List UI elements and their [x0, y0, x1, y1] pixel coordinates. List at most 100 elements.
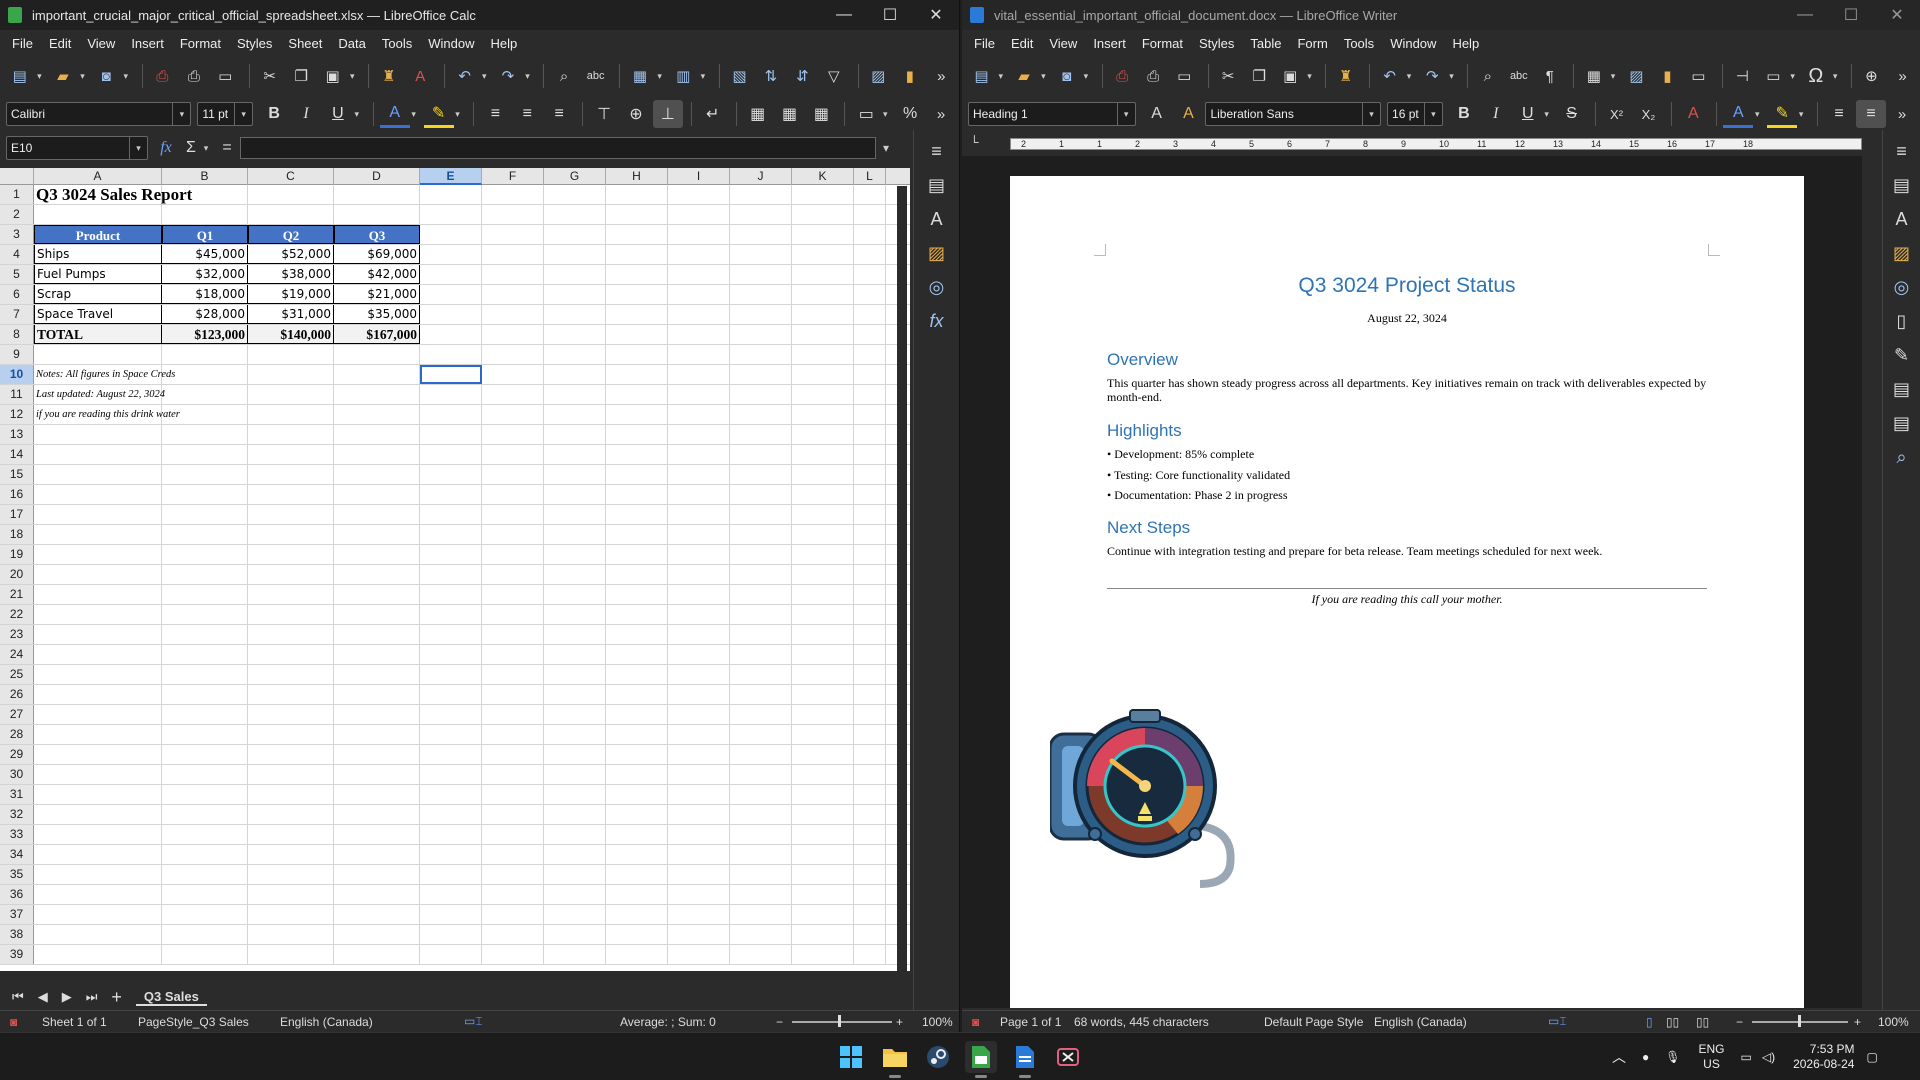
- cell[interactable]: [606, 185, 668, 204]
- cell[interactable]: [420, 925, 482, 944]
- cell[interactable]: [730, 865, 792, 884]
- cell[interactable]: [668, 905, 730, 924]
- data-cell[interactable]: $32,000: [162, 265, 248, 284]
- cell[interactable]: [482, 525, 544, 544]
- cell[interactable]: [544, 245, 606, 264]
- cell[interactable]: [420, 585, 482, 604]
- cell[interactable]: [34, 865, 162, 884]
- font-size-combo[interactable]: 11 pt ▾: [197, 102, 254, 126]
- cell[interactable]: [420, 325, 482, 344]
- cell[interactable]: [334, 385, 420, 404]
- cell[interactable]: [668, 865, 730, 884]
- cell[interactable]: [34, 605, 162, 624]
- cell[interactable]: [420, 605, 482, 624]
- libreoffice-writer-taskbar-icon[interactable]: [1009, 1041, 1041, 1073]
- horizontal-ruler[interactable]: └ 2 1 1 2 3 4 5 6 7 8 9 10 11 12 13 14 15 16 17 18: [962, 132, 1862, 154]
- page-break-icon[interactable]: ⊣: [1729, 62, 1756, 90]
- cell[interactable]: [606, 505, 668, 524]
- merge-center-icon[interactable]: ▦: [743, 100, 773, 128]
- cell[interactable]: [730, 385, 792, 404]
- cell[interactable]: [730, 525, 792, 544]
- zoom-slider[interactable]: [792, 1021, 892, 1023]
- cell[interactable]: [482, 665, 544, 684]
- cell[interactable]: [854, 725, 886, 744]
- cell[interactable]: [792, 745, 854, 764]
- cell[interactable]: [730, 925, 792, 944]
- navigator-icon[interactable]: ◎: [1887, 272, 1917, 302]
- cell[interactable]: [668, 945, 730, 964]
- paste-dropdown-icon[interactable]: ▾: [1304, 62, 1316, 90]
- column-dropdown-icon[interactable]: ▾: [697, 62, 709, 90]
- cell[interactable]: [606, 325, 668, 344]
- cell[interactable]: [668, 745, 730, 764]
- undo-dropdown-icon[interactable]: ▾: [1403, 62, 1415, 90]
- cell[interactable]: [420, 745, 482, 764]
- autofilter-icon[interactable]: ▽: [820, 62, 847, 90]
- cell[interactable]: [34, 745, 162, 764]
- cell[interactable]: [162, 665, 248, 684]
- column-icon[interactable]: ▥: [670, 62, 697, 90]
- row-header[interactable]: 6: [0, 285, 34, 304]
- menu-table[interactable]: Table: [1242, 36, 1289, 51]
- row-dropdown-icon[interactable]: ▾: [654, 62, 666, 90]
- cell[interactable]: [420, 205, 482, 224]
- cell[interactable]: [482, 645, 544, 664]
- cell[interactable]: [792, 425, 854, 444]
- cell[interactable]: [482, 545, 544, 564]
- data-cell[interactable]: Fuel Pumps: [34, 265, 162, 284]
- menu-window[interactable]: Window: [420, 36, 482, 51]
- cell[interactable]: [544, 645, 606, 664]
- paragraph-style-combo[interactable]: Heading 1 ▾: [968, 102, 1136, 126]
- cell[interactable]: [482, 565, 544, 584]
- cell[interactable]: [34, 525, 162, 544]
- cell[interactable]: [668, 585, 730, 604]
- cell[interactable]: [420, 305, 482, 324]
- cell[interactable]: [162, 585, 248, 604]
- row-header[interactable]: 8: [0, 325, 34, 344]
- volume-icon[interactable]: ◁): [1762, 1050, 1775, 1064]
- font-name-combo[interactable]: Liberation Sans ▾: [1205, 102, 1382, 126]
- libreoffice-calc-taskbar-icon[interactable]: [965, 1041, 997, 1073]
- menu-edit[interactable]: Edit: [41, 36, 79, 51]
- insert-chart-icon[interactable]: ▮: [1654, 62, 1681, 90]
- open-icon[interactable]: ▰: [49, 62, 76, 90]
- menu-file[interactable]: File: [966, 36, 1003, 51]
- cell[interactable]: [854, 345, 886, 364]
- gallery-icon[interactable]: ▨: [1887, 238, 1917, 268]
- row-header[interactable]: 29: [0, 745, 34, 764]
- language-indicator[interactable]: ENG US: [1698, 1042, 1724, 1072]
- formatting-marks-icon[interactable]: ¶: [1536, 62, 1563, 90]
- cell[interactable]: [792, 245, 854, 264]
- new-icon[interactable]: ▤: [6, 62, 33, 90]
- row-header[interactable]: 15: [0, 465, 34, 484]
- cell[interactable]: [482, 205, 544, 224]
- cell[interactable]: [482, 385, 544, 404]
- cell[interactable]: [792, 685, 854, 704]
- align-right-icon[interactable]: ≡: [544, 100, 574, 128]
- italic-icon[interactable]: I: [291, 100, 321, 128]
- cell[interactable]: [420, 885, 482, 904]
- data-cell[interactable]: $69,000: [334, 245, 420, 264]
- align-left-icon[interactable]: ≡: [480, 100, 510, 128]
- insert-field-icon[interactable]: ▭: [1760, 62, 1787, 90]
- cell[interactable]: [248, 565, 334, 584]
- cell[interactable]: [668, 725, 730, 744]
- zoom-in-icon[interactable]: +: [896, 1015, 903, 1029]
- row-header[interactable]: 5: [0, 265, 34, 284]
- cell[interactable]: [162, 185, 248, 204]
- document-title[interactable]: Q3 3024 Project Status: [1010, 274, 1804, 298]
- toolbar-overflow-icon[interactable]: »: [1889, 62, 1916, 90]
- cell[interactable]: [162, 885, 248, 904]
- sort-descending-icon[interactable]: ⇵: [789, 62, 816, 90]
- column-header[interactable]: H: [606, 168, 668, 185]
- status-zoom[interactable]: 100%: [922, 1015, 953, 1029]
- cell[interactable]: [544, 625, 606, 644]
- cell[interactable]: [162, 805, 248, 824]
- formula-icon[interactable]: =: [216, 134, 238, 162]
- menu-insert[interactable]: Insert: [123, 36, 172, 51]
- multi-page-view-icon[interactable]: ▯▯: [1666, 1015, 1679, 1029]
- chevron-down-icon[interactable]: ▾: [129, 137, 147, 159]
- cell[interactable]: [854, 525, 886, 544]
- cell[interactable]: [854, 285, 886, 304]
- cell[interactable]: [334, 185, 420, 204]
